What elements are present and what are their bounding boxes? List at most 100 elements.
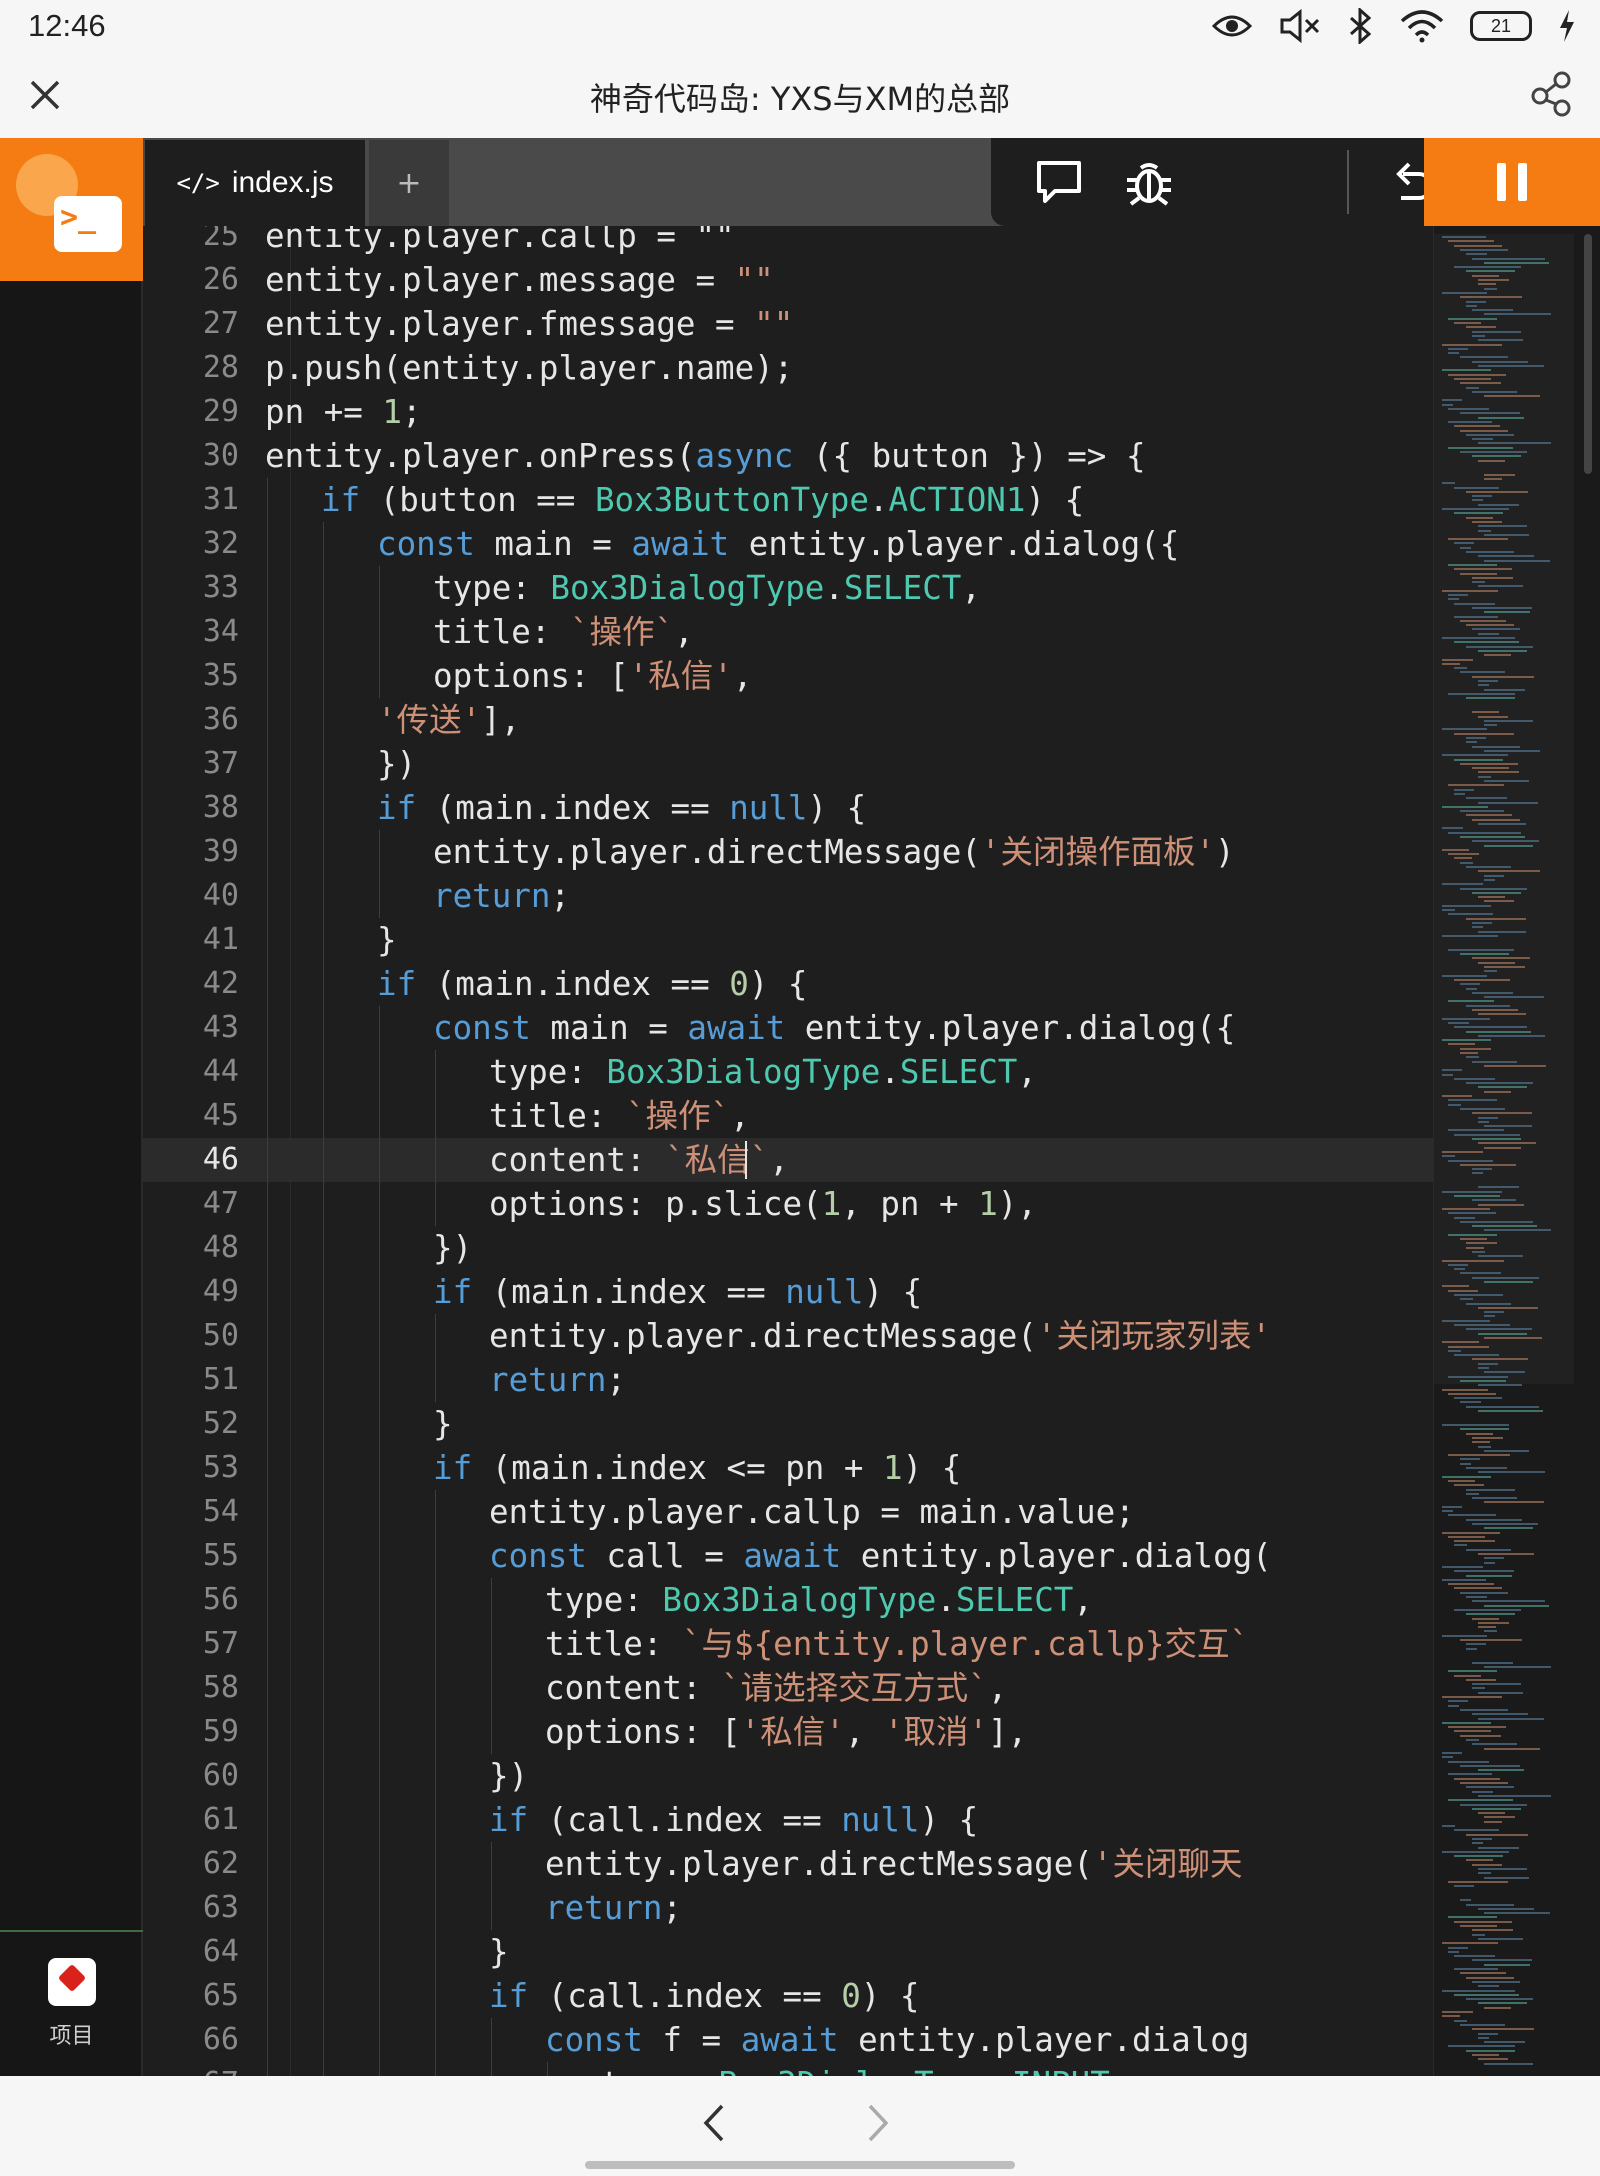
minimap-line bbox=[1460, 382, 1501, 385]
minimap[interactable] bbox=[1433, 226, 1600, 2076]
code-line[interactable]: return; bbox=[489, 1358, 626, 1402]
code-line[interactable]: if (call.index == null) { bbox=[489, 1798, 978, 1842]
code-line[interactable]: entity.player.directMessage('关闭玩家列表' bbox=[489, 1314, 1271, 1358]
minimap-line bbox=[1454, 1268, 1466, 1271]
bluetooth-icon bbox=[1348, 8, 1374, 44]
tab-index-js[interactable]: </> index.js bbox=[145, 140, 365, 226]
home-indicator[interactable] bbox=[585, 2161, 1015, 2169]
code-line[interactable]: } bbox=[489, 1930, 509, 1974]
code-line[interactable]: entity.player.directMessage('关闭操作面板') bbox=[433, 830, 1235, 874]
line-number: 30 bbox=[202, 438, 239, 473]
minimap-line bbox=[1472, 1009, 1519, 1011]
scrollbar-thumb[interactable] bbox=[1584, 234, 1592, 474]
minimap-line bbox=[1466, 1488, 1516, 1491]
code-line[interactable]: return; bbox=[433, 874, 570, 918]
code-editor[interactable]: 25 26 27 28 29 30 31 32 33 34 35 36 37 38 39 40 41 42 43 44… bbox=[143, 226, 1433, 2076]
code-line[interactable]: entity.player.callp = "" bbox=[265, 226, 735, 258]
comment-icon bbox=[1037, 161, 1081, 203]
code-line[interactable]: p.push(entity.player.name); bbox=[265, 346, 793, 390]
minimap-line bbox=[1460, 1220, 1533, 1223]
minimap-line bbox=[1484, 1963, 1531, 1966]
debug-button[interactable] bbox=[1119, 152, 1179, 212]
code-token: return bbox=[489, 1361, 607, 1399]
status-icons: 21 bbox=[1212, 6, 1576, 46]
code-token: (main.index == bbox=[416, 789, 730, 827]
code-line[interactable]: if (call.index == 0) { bbox=[489, 1974, 920, 2018]
code-line[interactable]: const call = await entity.player.dialog( bbox=[489, 1534, 1272, 1578]
code-line[interactable]: entity.player.callp = main.value; bbox=[489, 1490, 1135, 1534]
minimap-line bbox=[1448, 240, 1495, 243]
code-line[interactable]: entity.player.directMessage('关闭聊天 bbox=[545, 1842, 1242, 1886]
code-line[interactable]: content: `请选择交互方式`, bbox=[545, 1666, 1007, 1710]
line-number: 60 bbox=[202, 1758, 239, 1793]
minimap-line bbox=[1442, 343, 1503, 346]
line-number: 25 bbox=[202, 226, 239, 253]
code-line[interactable]: return; bbox=[545, 1886, 682, 1930]
code-line[interactable]: type: Box3DialogType.SELECT, bbox=[433, 566, 981, 610]
code-token: (main.index == bbox=[472, 1273, 786, 1311]
code-token: `与${entity.player.callp}交互` bbox=[681, 1625, 1250, 1663]
share-button[interactable] bbox=[1528, 70, 1576, 118]
code-line[interactable]: type: Box3DialogType.SELECT, bbox=[489, 1050, 1037, 1094]
code-line[interactable]: }) bbox=[489, 1754, 528, 1798]
code-line[interactable]: const main = await entity.player.dialog(… bbox=[377, 522, 1179, 566]
code-line[interactable]: entity.player.message = "" bbox=[265, 258, 774, 302]
code-line[interactable]: options: p.slice(1, pn + 1), bbox=[489, 1182, 1037, 1226]
minimap-line bbox=[1472, 745, 1520, 748]
code-line[interactable]: type: Box3DialogType.INPUT bbox=[601, 2062, 1110, 2076]
code-line[interactable]: options: ['私信', '取消'], bbox=[545, 1710, 1027, 1754]
minimap-line bbox=[1478, 525, 1528, 528]
add-tab-button[interactable]: + bbox=[369, 140, 449, 226]
code-line[interactable]: if (main.index == null) { bbox=[377, 786, 866, 830]
minimap-line bbox=[1478, 771, 1519, 774]
code-line[interactable]: }) bbox=[377, 742, 416, 786]
code-token: , pn + bbox=[841, 1185, 979, 1223]
code-line[interactable]: } bbox=[377, 918, 397, 962]
minimap-line bbox=[1466, 1056, 1479, 1059]
project-label[interactable]: 项目 bbox=[0, 2018, 143, 2050]
code-token: entity.player.callp = main.value; bbox=[489, 1493, 1135, 1531]
minimap-line bbox=[1484, 533, 1529, 536]
code-line[interactable]: if (main.index == null) { bbox=[433, 1270, 922, 1314]
console-panel-button[interactable]: >_ bbox=[0, 138, 143, 281]
minimap-line bbox=[1448, 1043, 1475, 1046]
code-line[interactable]: options: ['私信', bbox=[433, 654, 752, 698]
minimap-line bbox=[1442, 399, 1462, 402]
minimap-line bbox=[1454, 792, 1466, 795]
code-line[interactable]: title: `操作`, bbox=[489, 1094, 750, 1138]
code-line[interactable]: if (main.index == 0) { bbox=[377, 962, 808, 1006]
minimap-line bbox=[1454, 1484, 1484, 1487]
code-line[interactable]: type: Box3DialogType.SELECT, bbox=[545, 1578, 1093, 1622]
minimap-line bbox=[1466, 1613, 1516, 1616]
minimap-line bbox=[1448, 1535, 1485, 1538]
minimap-line bbox=[1460, 451, 1528, 453]
code-line[interactable]: entity.player.fmessage = "" bbox=[265, 302, 793, 346]
code-line[interactable]: if (button == Box3ButtonType.ACTION1) { bbox=[321, 478, 1084, 522]
code-line[interactable]: entity.player.onPress(async ({ button })… bbox=[265, 434, 1146, 478]
minimap-line bbox=[1466, 1739, 1479, 1741]
project-icon[interactable] bbox=[48, 1958, 96, 2006]
code-line[interactable]: if (main.index <= pn + 1) { bbox=[433, 1446, 961, 1490]
code-line[interactable]: '传送'], bbox=[377, 698, 520, 742]
code-line[interactable]: title: `操作`, bbox=[433, 610, 694, 654]
comment-button[interactable] bbox=[1029, 152, 1089, 212]
code-line[interactable]: } bbox=[433, 1402, 453, 1446]
forward-button[interactable] bbox=[852, 2098, 902, 2148]
minimap-line bbox=[1472, 499, 1484, 502]
code-line[interactable]: content: `私信`, bbox=[489, 1138, 789, 1182]
code-line[interactable]: title: `与${entity.player.callp}交互` bbox=[545, 1622, 1249, 1666]
minimap-line bbox=[1454, 1324, 1511, 1326]
back-button[interactable] bbox=[690, 2098, 740, 2148]
pause-button[interactable] bbox=[1424, 138, 1600, 226]
code-line[interactable]: pn += 1; bbox=[265, 390, 422, 434]
code-line[interactable]: }) bbox=[433, 1226, 472, 1270]
code-line[interactable]: const f = await entity.player.dialog bbox=[545, 2018, 1249, 2062]
minimap-line bbox=[1484, 313, 1552, 316]
minimap-line bbox=[1448, 1583, 1495, 1586]
minimap-line bbox=[1448, 594, 1468, 596]
minimap-line bbox=[1442, 909, 1455, 911]
code-line[interactable]: const main = await entity.player.dialog(… bbox=[433, 1006, 1235, 1050]
minimap-line bbox=[1454, 1077, 1495, 1080]
code-token: "" bbox=[734, 261, 774, 299]
eye-icon bbox=[1212, 12, 1252, 40]
